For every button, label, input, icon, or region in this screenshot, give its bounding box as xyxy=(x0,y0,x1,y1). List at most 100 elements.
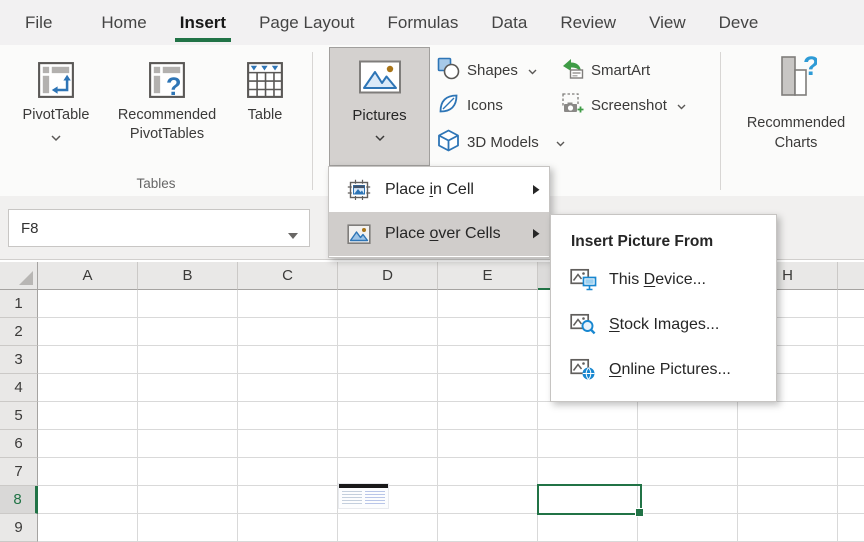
menu-item-place-over-cells[interactable]: Place over Cells xyxy=(329,212,549,256)
column-header-b[interactable]: B xyxy=(138,262,238,290)
cell-g7[interactable] xyxy=(638,458,738,486)
cell-g9[interactable] xyxy=(638,514,738,542)
cell-b2[interactable] xyxy=(138,318,238,346)
cell-b5[interactable] xyxy=(138,402,238,430)
cell-d9[interactable] xyxy=(338,514,438,542)
cell-d5[interactable] xyxy=(338,402,438,430)
cell-partial[interactable] xyxy=(838,346,864,374)
row-header-3[interactable]: 3 xyxy=(0,346,38,374)
cell-h5[interactable] xyxy=(738,402,838,430)
cell-a3[interactable] xyxy=(38,346,138,374)
cell-b4[interactable] xyxy=(138,374,238,402)
cell-e6[interactable] xyxy=(438,430,538,458)
cell-c6[interactable] xyxy=(238,430,338,458)
selected-cell-outline[interactable] xyxy=(537,484,642,515)
tab-file[interactable]: File xyxy=(25,0,52,45)
pivottable-button[interactable]: PivotTable xyxy=(12,57,100,147)
cell-partial[interactable] xyxy=(838,514,864,542)
cell-d1[interactable] xyxy=(338,290,438,318)
cell-d3[interactable] xyxy=(338,346,438,374)
recommended-pivottables-button[interactable]: ? Recommended PivotTables xyxy=(100,57,234,144)
table-button[interactable]: Table xyxy=(234,57,296,125)
cell-a6[interactable] xyxy=(38,430,138,458)
cell-a9[interactable] xyxy=(38,514,138,542)
cell-f6[interactable] xyxy=(538,430,638,458)
shapes-button[interactable]: Shapes xyxy=(437,58,537,83)
row-header-1[interactable]: 1 xyxy=(0,290,38,318)
tab-data[interactable]: Data xyxy=(491,0,527,45)
cell-e9[interactable] xyxy=(438,514,538,542)
cell-g5[interactable] xyxy=(638,402,738,430)
column-header-a[interactable]: A xyxy=(38,262,138,290)
cell-e2[interactable] xyxy=(438,318,538,346)
smartart-button[interactable]: SmartArt xyxy=(561,58,650,83)
cell-h7[interactable] xyxy=(738,458,838,486)
cell-f5[interactable] xyxy=(538,402,638,430)
cell-c4[interactable] xyxy=(238,374,338,402)
row-header-8[interactable]: 8 xyxy=(0,486,38,514)
recommended-charts-button[interactable]: ? Recommended Charts xyxy=(737,53,855,153)
row-header-5[interactable]: 5 xyxy=(0,402,38,430)
column-header-e[interactable]: E xyxy=(438,262,538,290)
cell-e1[interactable] xyxy=(438,290,538,318)
cell-a2[interactable] xyxy=(38,318,138,346)
cell-f7[interactable] xyxy=(538,458,638,486)
column-header-c[interactable]: C xyxy=(238,262,338,290)
tab-review[interactable]: Review xyxy=(560,0,616,45)
cell-d6[interactable] xyxy=(338,430,438,458)
cell-b6[interactable] xyxy=(138,430,238,458)
embedded-picture-thumbnail[interactable] xyxy=(339,484,388,508)
cell-h6[interactable] xyxy=(738,430,838,458)
cell-e7[interactable] xyxy=(438,458,538,486)
cell-c8[interactable] xyxy=(238,486,338,514)
menu-item-online-pictures[interactable]: Online Pictures... xyxy=(551,347,776,392)
column-header-d[interactable]: D xyxy=(338,262,438,290)
cell-c7[interactable] xyxy=(238,458,338,486)
tab-page-layout[interactable]: Page Layout xyxy=(259,0,354,45)
cell-partial[interactable] xyxy=(838,290,864,318)
cell-h9[interactable] xyxy=(738,514,838,542)
cell-e4[interactable] xyxy=(438,374,538,402)
cell-partial[interactable] xyxy=(838,374,864,402)
cell-h8[interactable] xyxy=(738,486,838,514)
tab-formulas[interactable]: Formulas xyxy=(388,0,459,45)
menu-item-stock-images[interactable]: Stock Images... xyxy=(551,302,776,347)
menu-item-place-in-cell[interactable]: Place in Cell xyxy=(329,168,549,212)
tab-deve[interactable]: Deve xyxy=(719,0,759,45)
cell-f9[interactable] xyxy=(538,514,638,542)
column-header-partial[interactable] xyxy=(838,262,864,290)
screenshot-button[interactable]: Screenshot xyxy=(561,93,686,118)
pictures-button[interactable]: Pictures xyxy=(329,47,430,166)
cell-a7[interactable] xyxy=(38,458,138,486)
cell-c2[interactable] xyxy=(238,318,338,346)
3d-models-button[interactable]: 3D Models xyxy=(437,130,565,155)
cell-partial[interactable] xyxy=(838,486,864,514)
row-header-4[interactable]: 4 xyxy=(0,374,38,402)
cell-a1[interactable] xyxy=(38,290,138,318)
cell-partial[interactable] xyxy=(838,458,864,486)
cell-a8[interactable] xyxy=(38,486,138,514)
cell-b1[interactable] xyxy=(138,290,238,318)
cell-g6[interactable] xyxy=(638,430,738,458)
cell-b9[interactable] xyxy=(138,514,238,542)
cell-d4[interactable] xyxy=(338,374,438,402)
menu-item-this-device[interactable]: This Device... xyxy=(551,257,776,302)
fill-handle[interactable] xyxy=(635,508,644,517)
cell-e5[interactable] xyxy=(438,402,538,430)
cell-c1[interactable] xyxy=(238,290,338,318)
cell-g8[interactable] xyxy=(638,486,738,514)
cell-b7[interactable] xyxy=(138,458,238,486)
tab-home[interactable]: Home xyxy=(101,0,146,45)
cell-d7[interactable] xyxy=(338,458,438,486)
cell-partial[interactable] xyxy=(838,402,864,430)
select-all-corner[interactable] xyxy=(0,262,38,290)
tab-insert[interactable]: Insert xyxy=(180,0,226,45)
row-header-7[interactable]: 7 xyxy=(0,458,38,486)
cell-b8[interactable] xyxy=(138,486,238,514)
name-box[interactable]: F8 xyxy=(8,209,310,247)
row-header-9[interactable]: 9 xyxy=(0,514,38,542)
cell-e3[interactable] xyxy=(438,346,538,374)
cell-c5[interactable] xyxy=(238,402,338,430)
cell-c9[interactable] xyxy=(238,514,338,542)
icons-button[interactable]: Icons xyxy=(437,93,503,118)
